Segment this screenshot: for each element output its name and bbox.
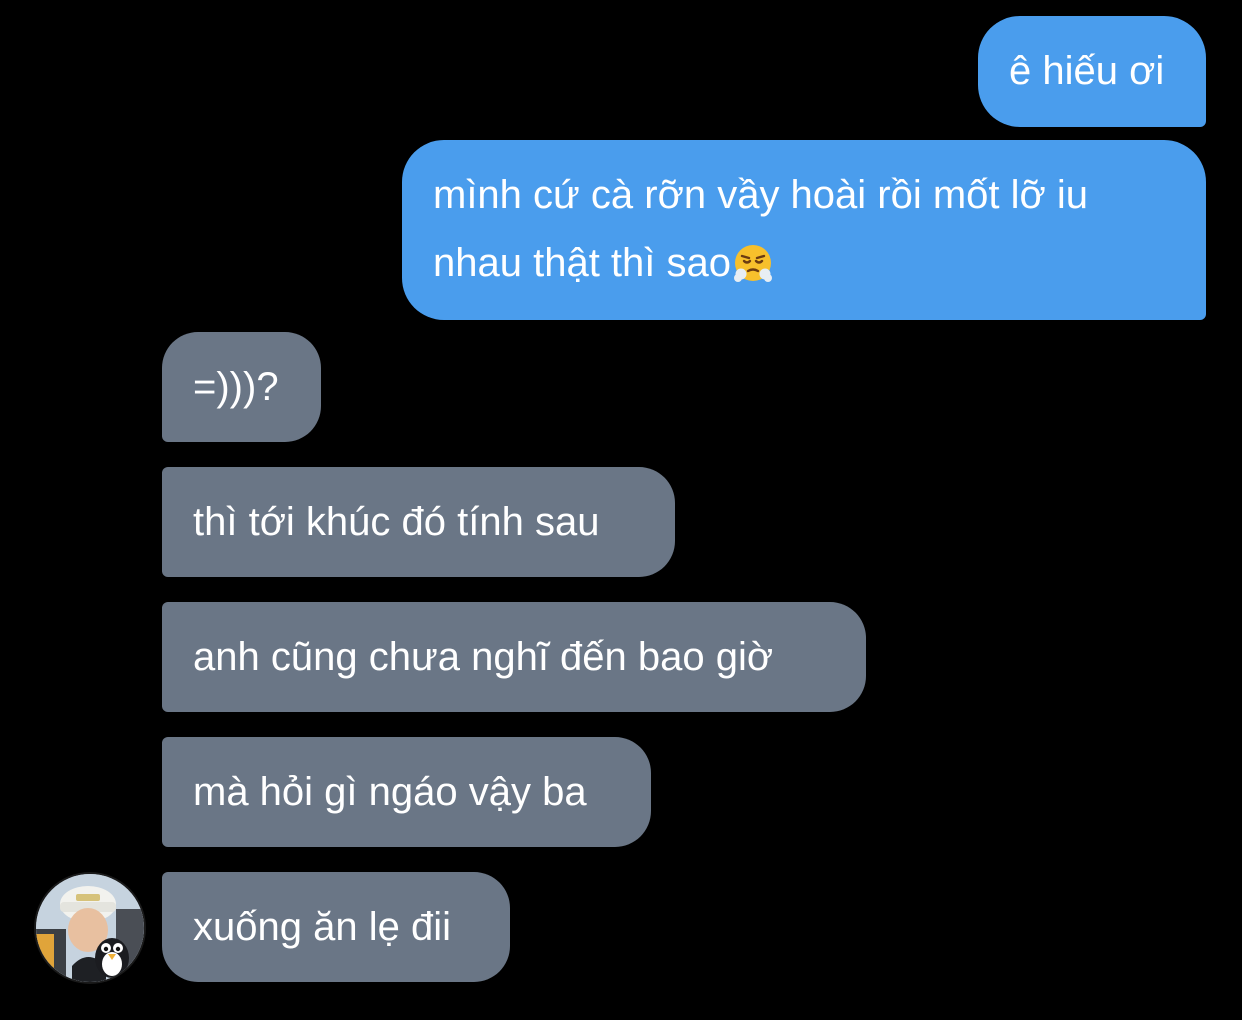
message-text-line: mình cứ cà rỡn vầy hoài rồi mốt lỡ iu — [433, 173, 1089, 217]
message-text: thì tới khúc đó tính sau — [193, 500, 600, 544]
message-text: =)))? — [193, 365, 279, 409]
message-text: mà hỏi gì ngáo vậy ba — [193, 770, 587, 814]
avatar[interactable] — [36, 874, 144, 982]
message-text-line-with-emoji: nhau thật thì sao — [433, 229, 1175, 297]
message-bubble-received[interactable]: anh cũng chưa nghĩ đến bao giờ — [162, 602, 866, 712]
message-bubble-received[interactable]: mà hỏi gì ngáo vậy ba — [162, 737, 651, 847]
message-text: ê hiếu ơi — [1009, 49, 1165, 93]
message-text-line: nhau thật thì sao — [433, 241, 732, 285]
message-text: xuống ăn lẹ đii — [193, 905, 451, 949]
face-with-steam-from-nose-icon — [733, 236, 773, 282]
message-bubble-received[interactable]: thì tới khúc đó tính sau — [162, 467, 675, 577]
chat-thread: ê hiếu ơi mình cứ cà rỡn vầy hoài rồi mố… — [0, 0, 1242, 1020]
message-bubble-received[interactable]: xuống ăn lẹ đii — [162, 872, 510, 982]
message-bubble-sent[interactable]: mình cứ cà rỡn vầy hoài rồi mốt lỡ iu nh… — [402, 140, 1206, 320]
message-text: anh cũng chưa nghĩ đến bao giờ — [193, 635, 774, 679]
message-bubble-received[interactable]: =)))? — [162, 332, 321, 442]
message-bubble-sent[interactable]: ê hiếu ơi — [978, 16, 1206, 127]
